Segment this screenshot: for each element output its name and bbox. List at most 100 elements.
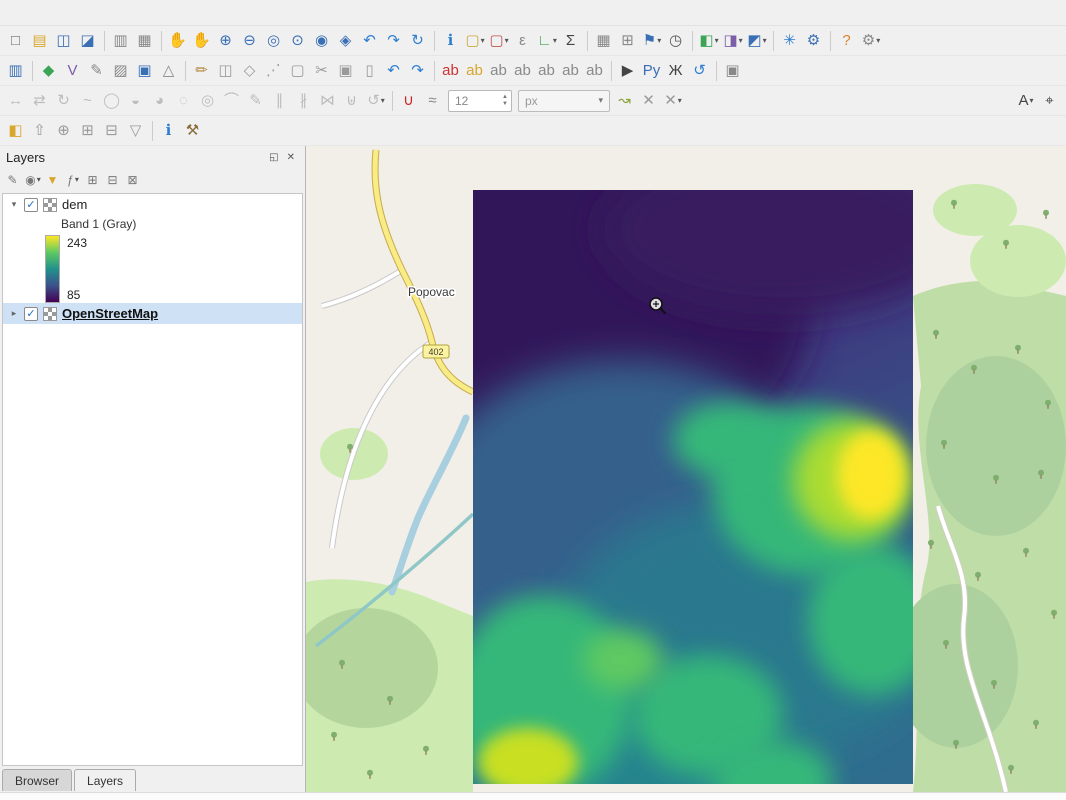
add-ring-icon[interactable]: ◯	[100, 89, 124, 113]
merge-features-icon[interactable]: ⋈	[316, 89, 340, 113]
layer-labeling-icon[interactable]: ab	[439, 59, 463, 83]
menu-item-web[interactable]	[134, 10, 150, 16]
temporal-controller-icon[interactable]: ◷	[664, 29, 688, 53]
zoom-next-icon[interactable]: ↷	[382, 29, 406, 53]
menu-item-settings[interactable]	[70, 10, 86, 16]
expand-arrow-icon[interactable]: ▸	[9, 308, 19, 319]
pin-labels-icon[interactable]: ab	[487, 59, 511, 83]
auto-label-icon[interactable]: A▾	[1014, 89, 1038, 113]
map-canvas[interactable]: 402 Popovac	[306, 146, 1066, 792]
identify-features-icon[interactable]: ℹ	[439, 29, 463, 53]
copy-features-icon[interactable]: ▣	[334, 59, 358, 83]
move-label-icon[interactable]: ab	[535, 59, 559, 83]
new-geopackage-icon[interactable]: ◆	[37, 59, 61, 83]
python-console-icon[interactable]: Py	[640, 59, 664, 83]
tab-browser[interactable]: Browser	[2, 769, 72, 791]
add-annotation-icon[interactable]: ⊕	[52, 119, 76, 143]
move-feature-icon[interactable]: ↔	[4, 89, 28, 113]
add-part-icon[interactable]: ◒	[124, 89, 148, 113]
expand-arrow-icon[interactable]: ▾	[9, 199, 19, 210]
settings-gear-icon[interactable]: ⚙▾	[859, 29, 883, 53]
print-layout-icon[interactable]: ▥	[109, 29, 133, 53]
zoom-full-icon[interactable]: ⊙	[286, 29, 310, 53]
layer-checkbox-dem[interactable]: ✓	[24, 198, 38, 212]
pan-map-icon[interactable]: ✋	[166, 29, 190, 53]
delete-part-icon[interactable]: ◎	[196, 89, 220, 113]
collapse-all-icon[interactable]: ⊟	[103, 170, 123, 190]
dock-panel-icon[interactable]: ◱	[265, 152, 282, 163]
history-icon[interactable]: ↺	[688, 59, 712, 83]
menu-item-raster[interactable]	[118, 10, 134, 16]
menu-item-mesh[interactable]	[150, 10, 166, 16]
undo-icon[interactable]: ↶	[382, 59, 406, 83]
menu-item-view[interactable]	[38, 10, 54, 16]
pan-to-selection-icon[interactable]: ✋	[190, 29, 214, 53]
simplify-feature-icon[interactable]: ~	[76, 89, 100, 113]
filter-legend-icon[interactable]: ▼	[43, 170, 63, 190]
layout-manager-icon[interactable]: ▦	[133, 29, 157, 53]
layer-checkbox-osm[interactable]: ✓	[24, 307, 38, 321]
processing-toolbox-icon[interactable]: ⚙	[802, 29, 826, 53]
spinner-arrows-icon[interactable]: ▲▼	[502, 94, 511, 107]
statistics-icon[interactable]: Σ	[559, 29, 583, 53]
zoom-out-icon[interactable]: ⊖	[238, 29, 262, 53]
expand-nodes-icon[interactable]: ⊞	[76, 119, 100, 143]
add-feature-icon[interactable]: ◇	[238, 59, 262, 83]
help-info-icon[interactable]: ℹ	[157, 119, 181, 143]
toggle-editing-icon[interactable]: ✏	[190, 59, 214, 83]
new-mesh-layer-icon[interactable]: △	[157, 59, 181, 83]
copy-move-feature-icon[interactable]: ⇄	[28, 89, 52, 113]
layer-item-openstreetmap[interactable]: ▸ ✓ OpenStreetMap	[3, 303, 302, 324]
new-virtual-layer-icon[interactable]: ▣	[133, 59, 157, 83]
rotate-point-symbols-icon[interactable]: ↺▾	[364, 89, 388, 113]
menu-item-help[interactable]	[182, 10, 198, 16]
deselect-features-icon[interactable]: ▢▾	[487, 29, 511, 53]
menu-item-vector[interactable]	[102, 10, 118, 16]
new-map-view-icon[interactable]: ◧	[4, 119, 28, 143]
add-vector-layer-icon[interactable]: ◧▾	[697, 29, 721, 53]
select-by-expression-icon[interactable]: ε	[511, 29, 535, 53]
attribute-table-icon[interactable]: ▦	[592, 29, 616, 53]
change-label-icon[interactable]: ab	[583, 59, 607, 83]
add-layer-icon[interactable]: ◩▾	[745, 29, 769, 53]
stream-digitizing-icon[interactable]: ≈	[421, 89, 445, 113]
panel-toggle-icon[interactable]: ▣	[721, 59, 745, 83]
measure-icon[interactable]: ∟▾	[535, 29, 559, 53]
menu-item-edit[interactable]	[22, 10, 38, 16]
filter-nodes-icon[interactable]: ▽	[124, 119, 148, 143]
zoom-to-selection-icon[interactable]: ◉	[310, 29, 334, 53]
refresh-map-icon[interactable]: ↻	[406, 29, 430, 53]
manage-map-themes-icon[interactable]: ◉▾	[23, 170, 43, 190]
expand-all-icon[interactable]: ⊞	[83, 170, 103, 190]
remove-labels-icon[interactable]: ✕▾	[661, 89, 685, 113]
merge-attributes-icon[interactable]: ⊎	[340, 89, 364, 113]
unit-combobox[interactable]: px ▾	[518, 90, 610, 112]
new-shapefile-icon[interactable]: V	[61, 59, 85, 83]
bookmarks-icon[interactable]: ⚑▾	[640, 29, 664, 53]
font-size-spinner[interactable]: 12 ▲▼	[448, 90, 512, 112]
menu-item-layer[interactable]	[54, 10, 70, 16]
new-project-icon[interactable]: □	[4, 29, 28, 53]
delete-ring-icon[interactable]: ◌	[172, 89, 196, 113]
cut-features-icon[interactable]: ✂	[310, 59, 334, 83]
offset-curve-icon[interactable]: ⌒	[220, 89, 244, 113]
redo-icon[interactable]: ↷	[406, 59, 430, 83]
remove-layer-icon[interactable]: ⊠	[123, 170, 143, 190]
help-balloon-icon[interactable]: ?	[835, 29, 859, 53]
arrow-style-icon[interactable]: ↝	[613, 89, 637, 113]
pan-arrows-icon[interactable]: ⇧	[28, 119, 52, 143]
open-layer-styling-icon[interactable]: ✎	[3, 170, 23, 190]
close-panel-icon[interactable]: ✕	[283, 152, 299, 163]
reshape-features-icon[interactable]: ✎	[244, 89, 268, 113]
new-spatialite-icon[interactable]: ✎	[85, 59, 109, 83]
rotate-feature-icon[interactable]: ↻	[52, 89, 76, 113]
tab-layers[interactable]: Layers	[74, 769, 136, 791]
crosshair-icon[interactable]: ⌖	[1038, 89, 1062, 113]
delete-selected-icon[interactable]: ▢	[286, 59, 310, 83]
save-layer-edits-icon[interactable]: ◫	[214, 59, 238, 83]
filter-by-expression-icon[interactable]: ƒ▾	[63, 170, 83, 190]
zoom-to-layer-icon[interactable]: ◈	[334, 29, 358, 53]
zoom-native-icon[interactable]: ◎	[262, 29, 286, 53]
add-raster-layer-icon[interactable]: ◨▾	[721, 29, 745, 53]
paste-features-icon[interactable]: ▯	[358, 59, 382, 83]
